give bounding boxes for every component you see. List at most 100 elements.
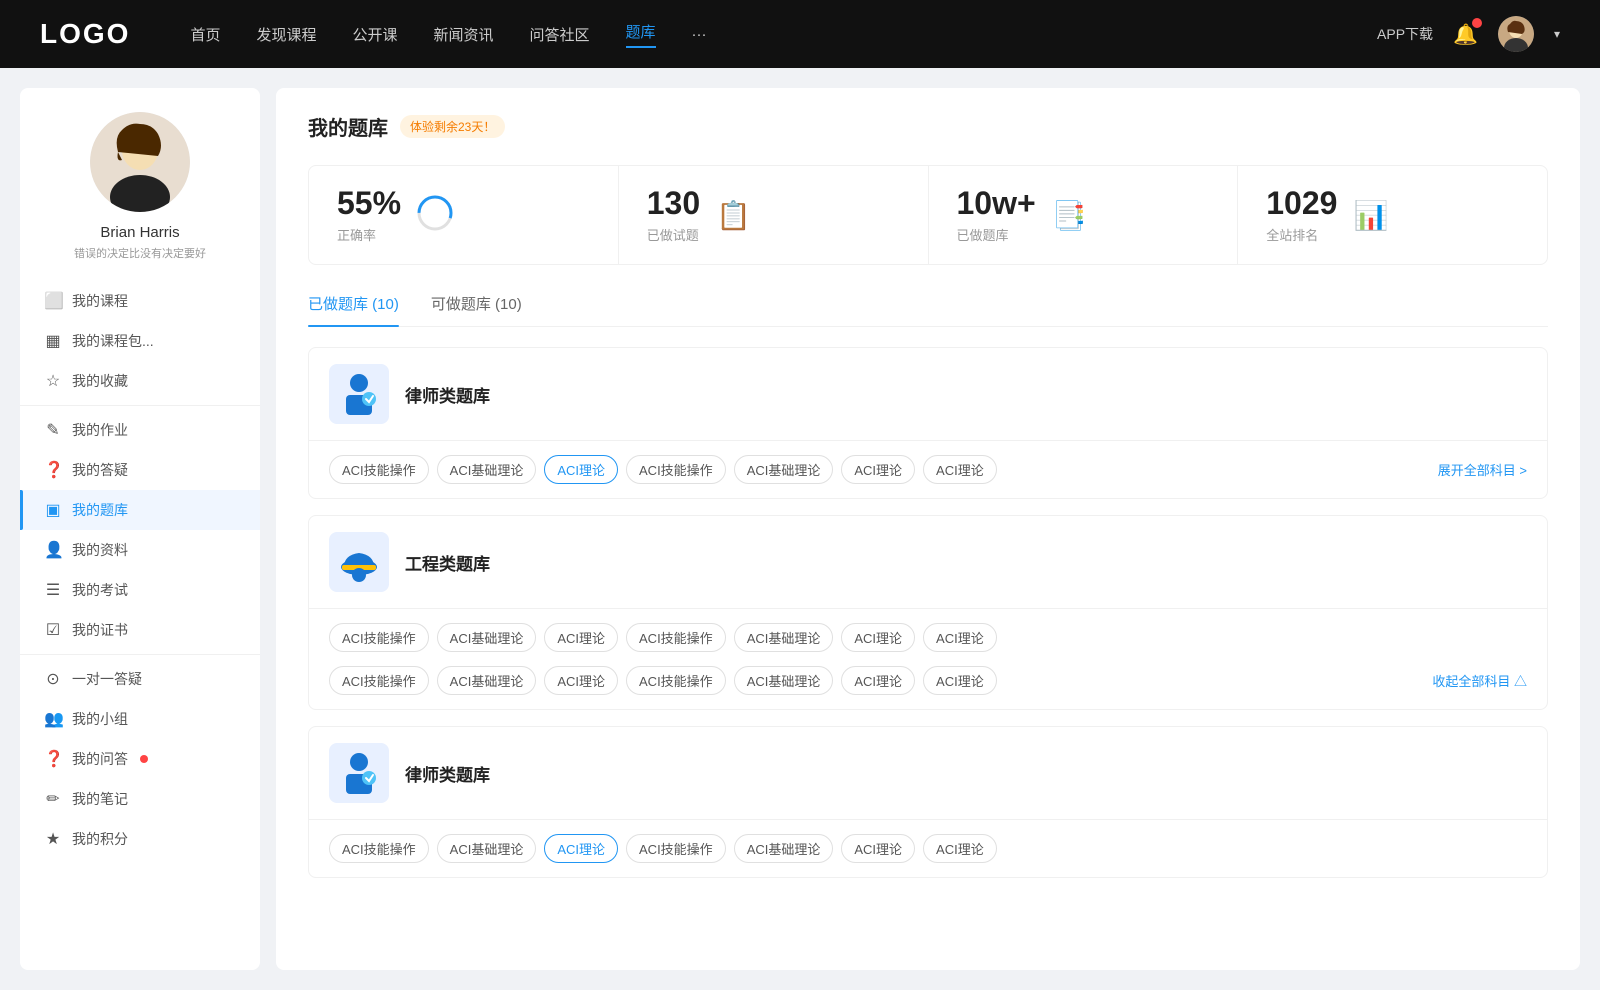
- main-content: 我的题库 体验剩余23天！ 55% 正确率: [276, 88, 1580, 970]
- nav-open-course[interactable]: 公开课: [352, 24, 397, 45]
- qbank-title-3: 律师类题库: [405, 761, 490, 786]
- lawyer-person-icon-2: [334, 748, 384, 798]
- sidebar-item-certificate[interactable]: ☑ 我的证书: [20, 610, 260, 650]
- nav-discover[interactable]: 发现课程: [256, 24, 316, 45]
- sidebar-item-my-questions[interactable]: ❓ 我的问答: [20, 739, 260, 779]
- expand-btn-1[interactable]: 展开全部科目 >: [1438, 460, 1527, 479]
- collapse-btn-2[interactable]: 收起全部科目 △: [1432, 671, 1527, 690]
- stat-site-rank: 1029 全站排名 📊: [1238, 166, 1547, 264]
- qbank-tag[interactable]: ACI理论: [923, 455, 997, 484]
- qbank-tags-2a: ACI技能操作 ACI基础理论 ACI理论 ACI技能操作 ACI基础理论 AC…: [309, 609, 1547, 666]
- stat-done-banks-value: 10w+: [957, 186, 1036, 221]
- question-bank-icon: ▣: [44, 500, 62, 520]
- favorites-icon: ☆: [44, 371, 62, 391]
- qbank-tag[interactable]: ACI技能操作: [329, 834, 429, 863]
- sidebar-item-label: 我的笔记: [72, 789, 128, 809]
- sidebar-item-label: 我的小组: [72, 709, 128, 729]
- app-download-link[interactable]: APP下载: [1377, 24, 1433, 44]
- qbank-tag[interactable]: ACI基础理论: [437, 455, 537, 484]
- sidebar-item-my-notes[interactable]: ✏ 我的笔记: [20, 779, 260, 819]
- nav-more[interactable]: ···: [692, 26, 707, 43]
- stat-site-rank-text: 1029 全站排名: [1266, 186, 1337, 244]
- pie-chart-svg: [417, 195, 453, 231]
- user-avatar-nav[interactable]: [1498, 16, 1534, 52]
- nav-home[interactable]: 首页: [190, 24, 220, 45]
- nav-question-bank[interactable]: 题库: [626, 21, 656, 48]
- sidebar-item-my-exam[interactable]: ☰ 我的考试: [20, 570, 260, 610]
- sidebar-item-my-profile[interactable]: 👤 我的资料: [20, 530, 260, 570]
- bell-badge: [1472, 18, 1482, 28]
- qbank-tag[interactable]: ACI技能操作: [626, 455, 726, 484]
- sidebar-item-label: 我的课程: [72, 291, 128, 311]
- sidebar-item-label: 我的证书: [72, 620, 128, 640]
- page-title: 我的题库: [308, 112, 388, 141]
- qbank-tag[interactable]: ACI基础理论: [734, 666, 834, 695]
- qbank-tag-selected[interactable]: ACI理论: [544, 455, 618, 484]
- sidebar-item-label: 我的作业: [72, 420, 128, 440]
- qbank-tags-3: ACI技能操作 ACI基础理论 ACI理论 ACI技能操作 ACI基础理论 AC…: [309, 820, 1547, 877]
- accuracy-chart-icon: [417, 195, 453, 236]
- qbank-tag[interactable]: ACI基础理论: [437, 666, 537, 695]
- sidebar-item-course-package[interactable]: ▦ 我的课程包...: [20, 321, 260, 361]
- qbank-tag[interactable]: ACI基础理论: [734, 623, 834, 652]
- qbank-tag[interactable]: ACI理论: [923, 623, 997, 652]
- sidebar-item-label: 我的资料: [72, 540, 128, 560]
- qbank-tag[interactable]: ACI理论: [544, 666, 618, 695]
- qbank-tag[interactable]: ACI理论: [923, 666, 997, 695]
- qbank-tag[interactable]: ACI理论: [841, 834, 915, 863]
- qbank-tag[interactable]: ACI技能操作: [626, 834, 726, 863]
- nav-news[interactable]: 新闻资讯: [434, 24, 494, 45]
- profile-icon: 👤: [44, 540, 62, 560]
- sidebar-item-my-points[interactable]: ★ 我的积分: [20, 819, 260, 859]
- logo: LOGO: [40, 18, 130, 50]
- one-on-one-icon: ⊙: [44, 669, 62, 689]
- sidebar-item-label: 我的题库: [72, 500, 128, 520]
- done-questions-icon: 📋: [716, 199, 751, 232]
- sidebar-item-homework[interactable]: ✎ 我的作业: [20, 410, 260, 450]
- sidebar-item-favorites[interactable]: ☆ 我的收藏: [20, 361, 260, 401]
- page-layout: Brian Harris 错误的决定比没有决定要好 ⬜ 我的课程 ▦ 我的课程包…: [0, 68, 1600, 990]
- qbank-tag[interactable]: ACI技能操作: [329, 455, 429, 484]
- certificate-icon: ☑: [44, 620, 62, 640]
- stat-site-rank-value: 1029: [1266, 186, 1337, 221]
- sidebar-item-my-course[interactable]: ⬜ 我的课程: [20, 281, 260, 321]
- qbank-tag[interactable]: ACI基础理论: [734, 834, 834, 863]
- sidebar-item-one-on-one[interactable]: ⊙ 一对一答疑: [20, 659, 260, 699]
- sidebar-item-label: 我的收藏: [72, 371, 128, 391]
- qbank-tag[interactable]: ACI理论: [841, 623, 915, 652]
- qbank-tag[interactable]: ACI基础理论: [734, 455, 834, 484]
- tab-available-banks[interactable]: 可做题库 (10): [431, 293, 522, 326]
- qbank-tag[interactable]: ACI技能操作: [626, 666, 726, 695]
- stat-done-banks-label: 已做题库: [957, 225, 1036, 244]
- qbank-tag[interactable]: ACI技能操作: [626, 623, 726, 652]
- qbank-card-lawyer-2: 律师类题库 ACI技能操作 ACI基础理论 ACI理论 ACI技能操作 ACI基…: [308, 726, 1548, 878]
- tab-done-banks[interactable]: 已做题库 (10): [308, 293, 399, 326]
- sidebar-divider: [20, 405, 260, 406]
- questions-icon: ❓: [44, 749, 62, 769]
- qbank-tag[interactable]: ACI理论: [841, 455, 915, 484]
- nav-qa[interactable]: 问答社区: [530, 24, 590, 45]
- qbank-tag[interactable]: ACI基础理论: [437, 623, 537, 652]
- engineer-helmet-icon: [334, 537, 384, 587]
- nav-dropdown-arrow[interactable]: ▾: [1554, 27, 1560, 41]
- notification-bell[interactable]: 🔔: [1453, 22, 1478, 47]
- stat-done-banks-text: 10w+ 已做题库: [957, 186, 1036, 244]
- qbank-tag[interactable]: ACI理论: [544, 623, 618, 652]
- qbank-tag[interactable]: ACI技能操作: [329, 666, 429, 695]
- qbank-tag[interactable]: ACI基础理论: [437, 834, 537, 863]
- lawyer-icon-wrap-2: [329, 743, 389, 803]
- qbank-tag[interactable]: ACI理论: [923, 834, 997, 863]
- sidebar-item-my-group[interactable]: 👥 我的小组: [20, 699, 260, 739]
- sidebar-item-my-qa[interactable]: ❓ 我的答疑: [20, 450, 260, 490]
- qbank-tag[interactable]: ACI理论: [841, 666, 915, 695]
- sidebar-item-question-bank[interactable]: ▣ 我的题库: [20, 490, 260, 530]
- qbank-card-header-1: 律师类题库: [309, 348, 1547, 441]
- points-icon: ★: [44, 829, 62, 849]
- lawyer-person-icon: [334, 369, 384, 419]
- stat-done-questions: 130 已做试题 📋: [619, 166, 929, 264]
- navbar: LOGO 首页 发现课程 公开课 新闻资讯 问答社区 题库 ··· APP下载 …: [0, 0, 1600, 68]
- qbank-tag-selected[interactable]: ACI理论: [544, 834, 618, 863]
- qbank-title-1: 律师类题库: [405, 382, 490, 407]
- qbank-tag[interactable]: ACI技能操作: [329, 623, 429, 652]
- course-package-icon: ▦: [44, 331, 62, 351]
